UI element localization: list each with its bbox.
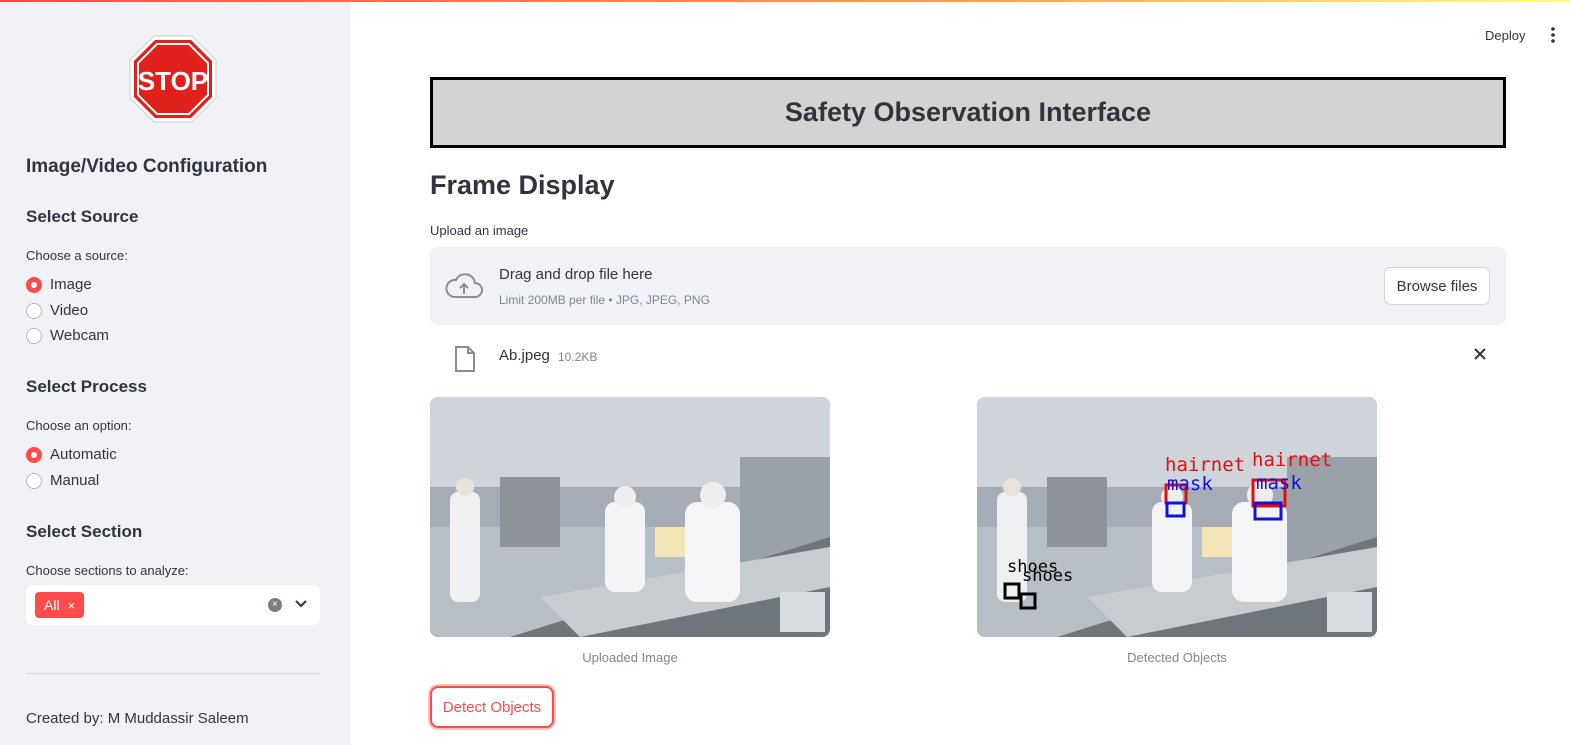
radio-label: Automatic bbox=[50, 446, 117, 463]
file-dropzone[interactable]: Drag and drop file here Limit 200MB per … bbox=[430, 247, 1506, 325]
clear-icon[interactable]: × bbox=[268, 598, 282, 612]
source-label: Choose a source: bbox=[26, 248, 128, 263]
mask-label: mask bbox=[1167, 473, 1213, 495]
radio-process-automatic[interactable]: Automatic bbox=[26, 446, 117, 463]
radio-label: Manual bbox=[50, 472, 100, 489]
credit-text: Created by: M Muddassir Saleem bbox=[26, 710, 249, 727]
tag-remove-icon[interactable]: × bbox=[68, 598, 76, 613]
uploaded-image-caption: Uploaded Image bbox=[582, 650, 678, 665]
tag-label: All bbox=[44, 597, 60, 613]
more-menu-icon[interactable] bbox=[1546, 25, 1560, 45]
svg-text:STOP: STOP bbox=[138, 66, 208, 96]
section-heading: Select Section bbox=[26, 522, 143, 541]
file-icon bbox=[455, 346, 475, 372]
app-banner: Safety Observation Interface bbox=[430, 77, 1506, 148]
detected-image: hairnet hairnet mask mask shoes shoes bbox=[977, 397, 1377, 637]
process-label: Choose an option: bbox=[26, 418, 132, 433]
radio-dot bbox=[26, 302, 42, 319]
frame-display-heading: Frame Display bbox=[430, 170, 615, 200]
process-heading: Select Process bbox=[26, 377, 147, 396]
hairnet-label: hairnet bbox=[1252, 449, 1332, 471]
radio-label: Image bbox=[50, 276, 92, 293]
sidebar-divider bbox=[26, 673, 320, 674]
radio-dot-selected bbox=[26, 446, 42, 463]
mask-label: mask bbox=[1256, 472, 1302, 494]
detect-objects-button[interactable]: Detect Objects bbox=[430, 686, 554, 728]
sidebar: STOP Image/Video Configuration Select So… bbox=[0, 2, 351, 745]
section-multiselect[interactable]: All × × bbox=[26, 585, 320, 625]
detected-scene-image: hairnet hairnet mask mask shoes shoes bbox=[977, 397, 1377, 637]
radio-source-webcam[interactable]: Webcam bbox=[26, 327, 109, 344]
source-heading: Select Source bbox=[26, 207, 139, 226]
uploaded-file-row: Ab.jpeg 10.2KB bbox=[430, 338, 1506, 378]
dropzone-hint: Limit 200MB per file • JPG, JPEG, PNG bbox=[499, 293, 710, 307]
detected-image-caption: Detected Objects bbox=[1127, 650, 1227, 665]
page-title: Safety Observation Interface bbox=[784, 97, 1152, 127]
uploaded-image bbox=[430, 397, 830, 637]
factory-scene-image bbox=[430, 397, 830, 637]
upload-label: Upload an image bbox=[430, 223, 529, 238]
chevron-down-icon[interactable] bbox=[293, 595, 309, 611]
radio-dot bbox=[26, 472, 42, 489]
config-title: Image/Video Configuration bbox=[26, 156, 268, 177]
file-size: 10.2KB bbox=[558, 350, 598, 364]
radio-source-video[interactable]: Video bbox=[26, 302, 88, 319]
radio-dot bbox=[26, 327, 42, 344]
tag-all: All × bbox=[35, 592, 85, 618]
radio-process-manual[interactable]: Manual bbox=[26, 472, 99, 489]
remove-file-icon[interactable] bbox=[1473, 347, 1487, 361]
radio-dot-selected bbox=[26, 276, 42, 293]
shoes-label: shoes bbox=[1022, 566, 1073, 586]
file-name: Ab.jpeg bbox=[499, 347, 550, 364]
radio-label: Webcam bbox=[50, 327, 109, 344]
section-label: Choose sections to analyze: bbox=[26, 563, 189, 578]
radio-label: Video bbox=[50, 302, 89, 319]
stop-sign-logo: STOP bbox=[129, 35, 217, 123]
browse-files-button[interactable]: Browse files bbox=[1384, 267, 1490, 305]
dropzone-title: Drag and drop file here bbox=[499, 266, 653, 283]
radio-source-image[interactable]: Image bbox=[26, 276, 92, 293]
deploy-button[interactable]: Deploy bbox=[1480, 26, 1530, 45]
cloud-upload-icon bbox=[445, 273, 483, 298]
